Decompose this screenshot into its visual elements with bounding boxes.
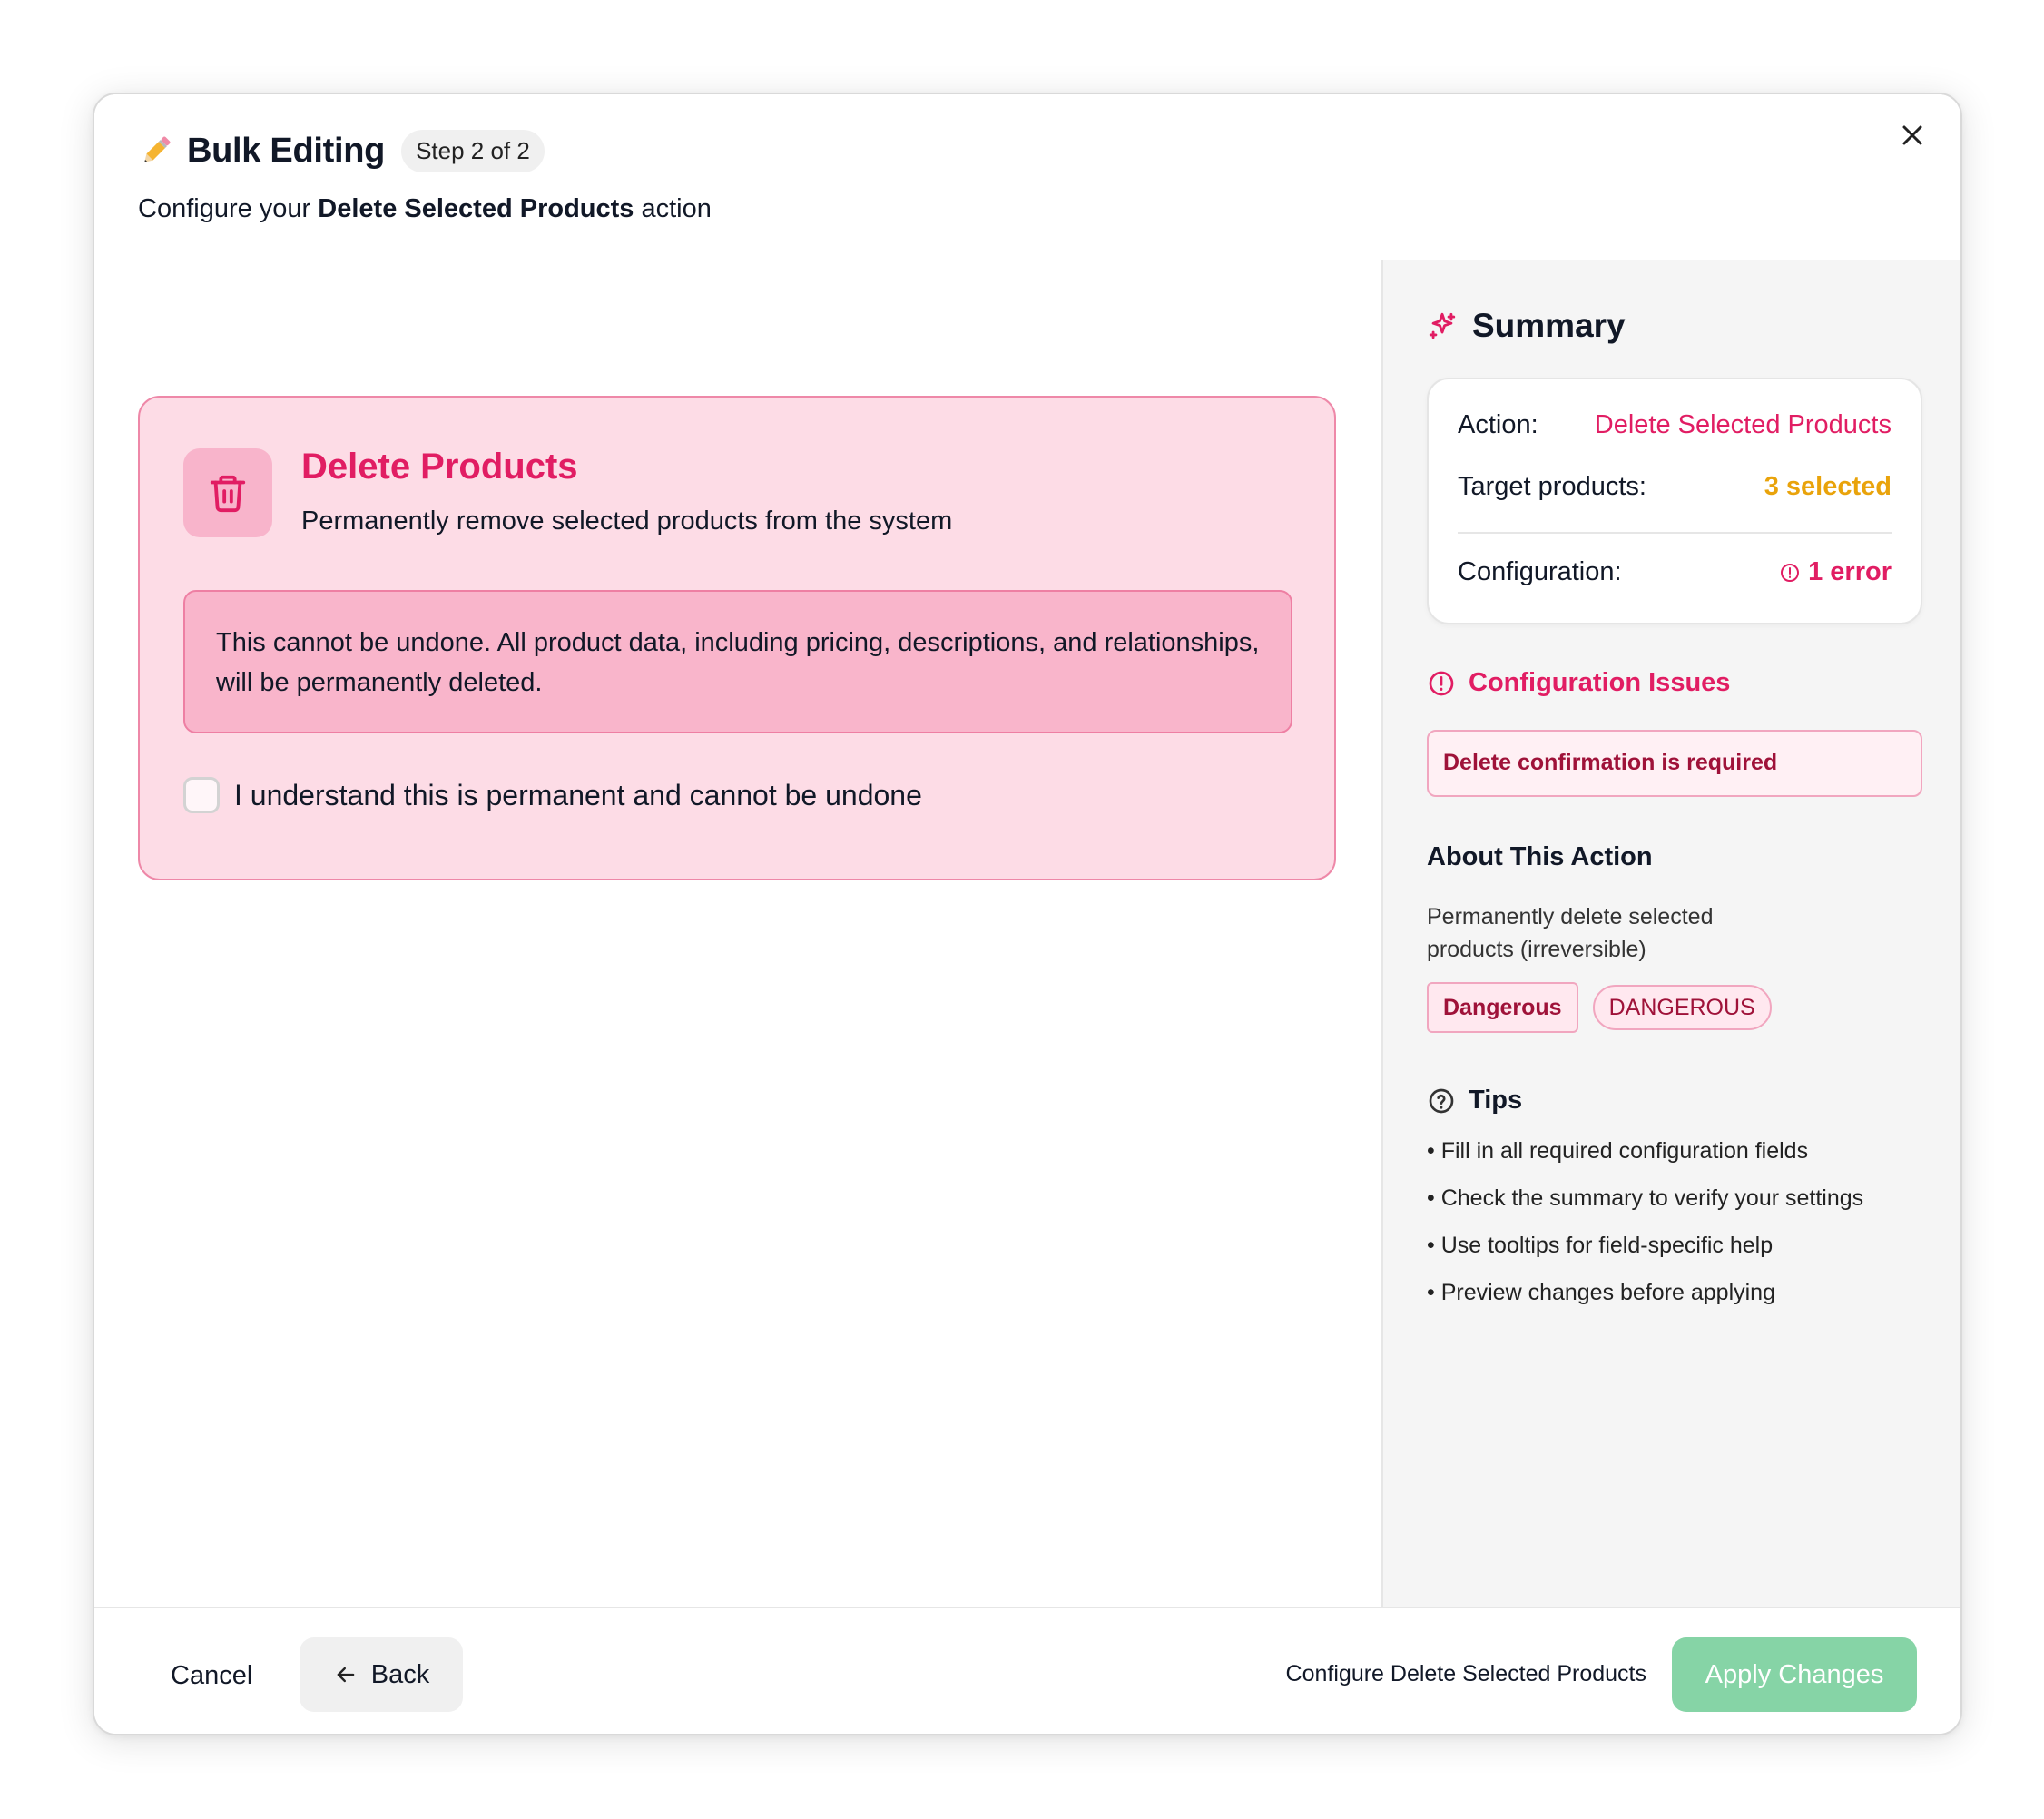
tips-heading: Tips (1427, 1086, 1522, 1116)
summary-sidebar: Summary Action: Delete Selected Products… (1381, 260, 1960, 1607)
confirm-checkbox[interactable] (183, 777, 220, 813)
card-description: Permanently remove selected products fro… (301, 506, 953, 536)
summary-row-action: Action: Delete Selected Products (1458, 410, 1892, 440)
confirm-label[interactable]: I understand this is permanent and canno… (234, 779, 922, 812)
summary-card: Action: Delete Selected Products Target … (1427, 378, 1922, 624)
delete-action-card: Delete Products Permanently remove selec… (138, 396, 1336, 880)
issues-heading: Configuration Issues (1427, 668, 1730, 698)
step-badge: Step 2 of 2 (401, 129, 545, 172)
main-content: Delete Products Permanently remove selec… (94, 260, 1381, 1607)
warning-message: This cannot be undone. All product data,… (183, 590, 1292, 733)
trash-icon (210, 475, 246, 513)
bulk-edit-modal: Bulk Editing Step 2 of 2 Configure your … (93, 93, 1962, 1735)
modal-header: Bulk Editing Step 2 of 2 Configure your … (94, 94, 1960, 260)
modal-footer: Cancel Back Configure Delete Selected Pr… (94, 1607, 1960, 1734)
trash-icon-box (183, 448, 272, 537)
back-button[interactable]: Back (300, 1637, 463, 1712)
subtitle-action-name: Delete Selected Products (318, 194, 634, 223)
footer-hint: Configure Delete Selected Products (1285, 1661, 1646, 1686)
close-button[interactable] (1890, 113, 1935, 158)
config-error-value: 1 error (1779, 557, 1892, 587)
target-value: 3 selected (1764, 472, 1892, 501)
action-value: Delete Selected Products (1594, 410, 1892, 439)
summary-row-target: Target products: 3 selected (1458, 472, 1892, 502)
tips-title: Tips (1469, 1086, 1523, 1115)
badge-row: Dangerous DANGEROUS (1427, 982, 1772, 1033)
title-row: Bulk Editing Step 2 of 2 (138, 127, 545, 174)
action-label: Action: (1458, 410, 1538, 439)
subtitle-prefix: Configure your (138, 194, 319, 223)
subtitle: Configure your Delete Selected Products … (138, 194, 712, 224)
issue-item: Delete confirmation is required (1427, 730, 1922, 797)
card-title: Delete Products (301, 447, 578, 487)
target-label: Target products: (1458, 472, 1646, 501)
back-label: Back (370, 1659, 430, 1689)
subtitle-suffix: action (634, 194, 712, 223)
tips-list: Fill in all required configuration field… (1427, 1135, 1863, 1323)
alert-circle-icon (1781, 563, 1800, 582)
tip-item: Check the summary to verify your setting… (1427, 1182, 1863, 1229)
apply-changes-button[interactable]: Apply Changes (1672, 1637, 1917, 1712)
confirm-row[interactable]: I understand this is permanent and canno… (183, 777, 922, 813)
arrow-left-icon (337, 1667, 355, 1683)
tip-item: Fill in all required configuration field… (1427, 1135, 1863, 1182)
summary-divider (1458, 532, 1892, 534)
about-title: About This Action (1427, 842, 1653, 871)
tip-item: Preview changes before applying (1427, 1276, 1863, 1323)
summary-title: Summary (1472, 307, 1626, 344)
danger-badge: Dangerous (1427, 982, 1578, 1033)
config-error-text: 1 error (1808, 557, 1892, 586)
pencil-icon (144, 136, 171, 162)
about-description: Permanently delete selected products (ir… (1427, 904, 1714, 962)
issues-title: Configuration Issues (1469, 668, 1731, 697)
close-icon (1902, 125, 1922, 145)
summary-heading: Summary (1427, 307, 1626, 345)
tip-item: Use tooltips for field-specific help (1427, 1229, 1863, 1276)
cancel-button[interactable]: Cancel (138, 1639, 285, 1712)
page-title: Bulk Editing (187, 131, 386, 170)
danger-level-badge: DANGEROUS (1592, 985, 1772, 1030)
summary-row-config: Configuration: 1 error (1458, 557, 1892, 587)
sparkles-icon (1429, 312, 1456, 339)
help-circle-icon (1429, 1088, 1454, 1113)
config-label: Configuration: (1458, 557, 1622, 586)
alert-circle-icon (1429, 671, 1454, 695)
